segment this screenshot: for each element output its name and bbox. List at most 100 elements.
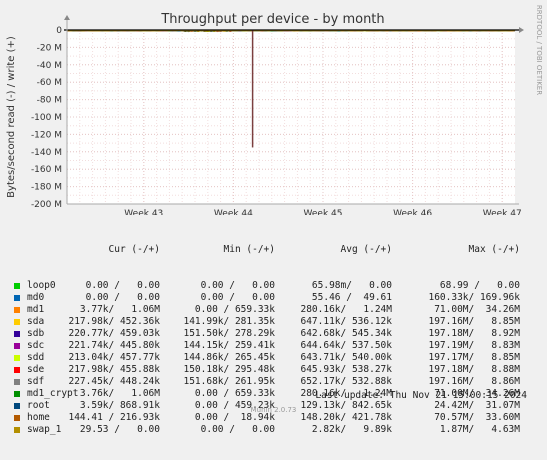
legend-min: 144.15k/ 259.41k bbox=[183, 340, 275, 351]
legend-swatch bbox=[14, 391, 20, 397]
legend-cur: 227.45k/ 448.24k bbox=[68, 376, 160, 387]
legend-avg: 55.46 / 49.61 bbox=[311, 292, 392, 303]
y-tick-label: -120 M bbox=[31, 130, 62, 140]
y-tick-label: 0 bbox=[56, 26, 62, 36]
legend-row-sdb: sdb 220.77k/ 459.03k 151.50k/ 278.29k 642.6… bbox=[12, 328, 542, 340]
legend-name: loop0 bbox=[27, 280, 56, 291]
legend-max: 197.19M/ 8.83M bbox=[428, 340, 520, 351]
header-max: Max (-/+) bbox=[468, 244, 520, 255]
legend-avg: 652.17k/ 532.88k bbox=[300, 376, 392, 387]
legend-avg: 280.16k/ 1.24M bbox=[300, 304, 392, 315]
legend-avg: 2.82k/ 9.89k bbox=[311, 424, 392, 435]
legend-avg: 65.98m/ 0.00 bbox=[311, 280, 392, 291]
header-min: Min (-/+) bbox=[223, 244, 275, 255]
legend-cur: 220.77k/ 459.03k bbox=[68, 328, 160, 339]
legend-row-md0: md0 0.00 / 0.00 0.00 / 0.00 55.46 / 49.61 16… bbox=[12, 292, 542, 304]
y-tick-label: -100 M bbox=[31, 113, 62, 123]
legend-swatch bbox=[14, 319, 20, 325]
legend-min: 151.68k/ 261.95k bbox=[183, 376, 275, 387]
legend-swatch bbox=[14, 283, 20, 289]
legend-swatch bbox=[14, 355, 20, 361]
y-tick-label: -40 M bbox=[37, 61, 62, 71]
y-tick-label: -180 M bbox=[31, 183, 62, 193]
legend-min: 0.00 / 659.33k bbox=[194, 388, 275, 399]
legend-min: 0.00 / 0.00 bbox=[200, 292, 275, 303]
legend-avg: 644.64k/ 537.50k bbox=[300, 340, 392, 351]
legend-name: sda bbox=[27, 316, 45, 327]
legend-cur: 3.77k/ 1.06M bbox=[79, 304, 160, 315]
legend-swatch bbox=[14, 367, 20, 373]
legend-swatch bbox=[14, 415, 20, 421]
y-tick-label: -160 M bbox=[31, 165, 62, 175]
last-update: Last update: Thu Nov 21 15:00:15 2024 bbox=[315, 390, 527, 401]
legend-max: 197.16M/ 8.85M bbox=[428, 316, 520, 327]
legend-avg: 643.71k/ 540.00k bbox=[300, 352, 392, 363]
legend-name: md0 bbox=[27, 292, 45, 303]
legend-swatch bbox=[14, 427, 20, 433]
legend-row-sdc: sdc 221.74k/ 445.80k 144.15k/ 259.41k 644.6… bbox=[12, 340, 542, 352]
legend-avg: 645.93k/ 538.27k bbox=[300, 364, 392, 375]
legend-table: Cur (-/+) Min (-/+) Avg (-/+) Max (-/+) … bbox=[12, 220, 542, 460]
legend-cur: 213.04k/ 457.77k bbox=[68, 352, 160, 363]
legend-row-sdf: sdf 227.45k/ 448.24k 151.68k/ 261.95k 652.1… bbox=[12, 376, 542, 388]
header-avg: Avg (-/+) bbox=[340, 244, 392, 255]
rrdtool-credit: RRDTOOL / TOBI OETIKER bbox=[535, 5, 543, 95]
legend-name: sdf bbox=[27, 376, 45, 387]
legend-max: 197.17M/ 8.85M bbox=[428, 352, 520, 363]
legend-header: Cur (-/+) Min (-/+) Avg (-/+) Max (-/+) bbox=[12, 244, 542, 256]
legend-row-sde: sde 217.98k/ 455.88k 150.18k/ 295.48k 645.9… bbox=[12, 364, 542, 376]
legend-swatch bbox=[14, 331, 20, 337]
legend-row-md1: md1 3.77k/ 1.06M 0.00 / 659.33k 280.16k/ 1.… bbox=[12, 304, 542, 316]
legend-cur: 221.74k/ 445.80k bbox=[68, 340, 160, 351]
legend-row-sdd: sdd 213.04k/ 457.77k 144.86k/ 265.45k 643.7… bbox=[12, 352, 542, 364]
x-tick-label: Week 43 bbox=[124, 209, 163, 215]
legend-swatch bbox=[14, 307, 20, 313]
legend-cur: 3.76k/ 1.06M bbox=[79, 388, 160, 399]
legend-name: sde bbox=[27, 364, 45, 375]
legend-name: sdc bbox=[27, 340, 45, 351]
y-tick-label: -80 M bbox=[37, 96, 62, 106]
legend-max: 1.87M/ 4.63M bbox=[439, 424, 520, 435]
munin-version: Munin 2.0.73 bbox=[250, 406, 297, 414]
legend-min: 0.00 / 659.33k bbox=[194, 304, 275, 315]
throughput-chart: Throughput per device - by month Bytes/s… bbox=[6, 5, 543, 215]
legend-min: 150.18k/ 295.48k bbox=[183, 364, 275, 375]
chart-title: Throughput per device - by month bbox=[160, 12, 384, 27]
x-tick-label: Week 44 bbox=[214, 209, 253, 215]
y-tick-label: -60 M bbox=[37, 78, 62, 88]
legend-name: sdb bbox=[27, 328, 45, 339]
y-tick-label: -140 M bbox=[31, 148, 62, 158]
legend-row-sda: sda 217.98k/ 452.36k 141.99k/ 281.35k 647.1… bbox=[12, 316, 542, 328]
legend-name: swap_1 bbox=[27, 424, 62, 435]
legend-swatch bbox=[14, 295, 20, 301]
legend-min: 151.50k/ 278.29k bbox=[183, 328, 275, 339]
header-cur: Cur (-/+) bbox=[108, 244, 160, 255]
legend-min: 141.99k/ 281.35k bbox=[183, 316, 275, 327]
legend-max: 197.18M/ 8.92M bbox=[428, 328, 520, 339]
legend-min: 0.00 / 0.00 bbox=[200, 424, 275, 435]
legend-row-swap_1: swap_1 29.53 / 0.00 0.00 / 0.00 2.82k/ 9.89… bbox=[12, 424, 542, 436]
legend-cur: 0.00 / 0.00 bbox=[85, 280, 160, 291]
legend-avg: 642.68k/ 545.34k bbox=[300, 328, 392, 339]
y-tick-label: -200 M bbox=[31, 200, 62, 210]
x-axis-arrow bbox=[519, 27, 524, 33]
legend-max: 197.18M/ 8.88M bbox=[428, 364, 520, 375]
legend-name: md1 bbox=[27, 304, 45, 315]
legend-cur: 217.98k/ 452.36k bbox=[68, 316, 160, 327]
plot-area bbox=[67, 30, 515, 204]
legend-max: 197.16M/ 8.86M bbox=[428, 376, 520, 387]
legend-max: 68.99 / 0.00 bbox=[439, 280, 520, 291]
y-tick-label: -20 M bbox=[37, 43, 62, 53]
legend-swatch bbox=[14, 379, 20, 385]
legend-name: sdd bbox=[27, 352, 45, 363]
legend-swatch bbox=[14, 343, 20, 349]
legend-name: md1_crypt bbox=[27, 388, 79, 399]
x-tick-label: Week 46 bbox=[393, 209, 432, 215]
munin-graph: Throughput per device - by month Bytes/s… bbox=[0, 0, 547, 435]
legend-max: 160.33k/ 169.96k bbox=[428, 292, 520, 303]
y-axis-label: Bytes/second read (-) / write (+) bbox=[6, 36, 17, 198]
legend-cur: 0.00 / 0.00 bbox=[85, 292, 160, 303]
legend-cur: 29.53 / 0.00 bbox=[79, 424, 160, 435]
legend-avg: 647.11k/ 536.12k bbox=[300, 316, 392, 327]
legend-min: 144.86k/ 265.45k bbox=[183, 352, 275, 363]
